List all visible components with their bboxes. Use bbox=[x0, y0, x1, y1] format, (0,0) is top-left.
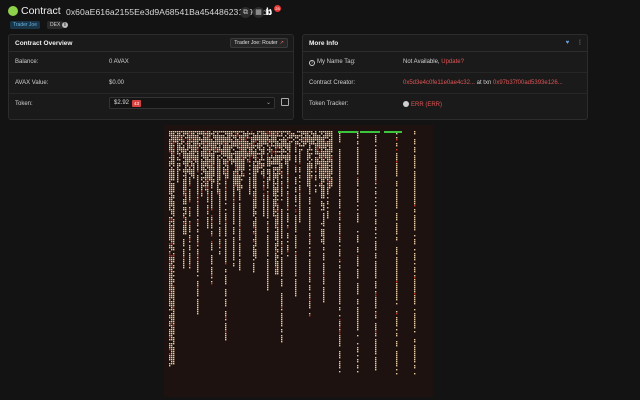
contract-overview-card: Contract Overview Trader Joe: Router ↗ Ba… bbox=[8, 34, 294, 120]
token-count-badge: 43 bbox=[132, 100, 142, 107]
token-total: $2.92 bbox=[114, 100, 130, 106]
token-tracker-label: Token Tracker: bbox=[309, 101, 349, 107]
page-title: Contract bbox=[21, 5, 61, 17]
balance-row: Balance: 0 AVAX bbox=[9, 52, 293, 73]
token-dropdown[interactable]: $2.92 43 ⌄ bbox=[109, 97, 275, 109]
tag-icon: ? bbox=[309, 60, 315, 66]
creator-value: 0x5d3e4c0fe11e0ae4c32... at txn 0x97b37f… bbox=[403, 80, 563, 86]
balance-label: Balance: bbox=[15, 59, 39, 65]
more-info-title: More Info bbox=[309, 40, 339, 47]
tag-trader-joe[interactable]: Trader Joe bbox=[10, 21, 40, 29]
creator-address-link[interactable]: 0x5d3e4c0fe11e0ae4c32... bbox=[403, 80, 475, 86]
more-info-header: More Info ♥ ⋮ bbox=[303, 35, 587, 52]
overview-header: Contract Overview Trader Joe: Router ↗ bbox=[9, 35, 293, 52]
notification-badge: 25 bbox=[274, 5, 281, 12]
copy-icon[interactable]: ⧉ bbox=[240, 7, 251, 18]
tag-dex[interactable]: DEX bbox=[47, 21, 64, 29]
name-tag-value: Not Available, Update? bbox=[403, 59, 464, 65]
token-row: Token: $2.92 43 ⌄ bbox=[9, 94, 293, 115]
avax-value-label: AVAX Value: bbox=[15, 80, 49, 86]
name-tag-label: ? My Name Tag: bbox=[309, 59, 356, 66]
overview-title: Contract Overview bbox=[15, 40, 73, 47]
info-icon[interactable]: i bbox=[62, 22, 68, 28]
page-header: Contract 0x60aE616a2155Ee3d9A68541Ba4544… bbox=[8, 4, 632, 32]
external-link-icon: ↗ bbox=[279, 40, 284, 46]
creator-label: Contract Creator: bbox=[309, 80, 356, 86]
creator-row: Contract Creator: 0x5d3e4c0fe11e0ae4c32.… bbox=[303, 73, 587, 94]
chevron-down-icon: ⌄ bbox=[265, 100, 271, 106]
waterfall-visualization bbox=[164, 125, 433, 397]
token-icon bbox=[403, 101, 409, 107]
creator-txn-link[interactable]: 0x97b37f00ad5393e126... bbox=[493, 80, 563, 86]
avax-value-row: AVAX Value: $0.00 bbox=[9, 73, 293, 94]
name-tag-row: ? My Name Tag: Not Available, Update? bbox=[303, 52, 587, 73]
token-tracker-row: Token Tracker: ERR (ERR) bbox=[303, 94, 587, 115]
token-label: Token: bbox=[15, 101, 33, 107]
more-info-card: More Info ♥ ⋮ ? My Name Tag: Not Availabl… bbox=[302, 34, 588, 120]
update-link[interactable]: Update? bbox=[441, 59, 464, 65]
token-tracker-link[interactable]: ERR (ERR) bbox=[411, 102, 442, 108]
more-options-icon[interactable]: ⋮ bbox=[577, 40, 583, 46]
more-info-actions: ♥ ⋮ bbox=[566, 39, 583, 46]
heart-icon[interactable]: ♥ bbox=[566, 40, 570, 46]
token-tracker-value: ERR (ERR) bbox=[403, 101, 442, 108]
avax-value: $0.00 bbox=[109, 80, 125, 86]
contract-status-icon bbox=[8, 6, 18, 16]
expand-icon[interactable] bbox=[281, 98, 289, 106]
balance-value: 0 AVAX bbox=[109, 59, 129, 65]
trader-joe-router-link[interactable]: Trader Joe: Router ↗ bbox=[230, 38, 288, 48]
qr-icon[interactable]: ▦ bbox=[253, 7, 264, 18]
